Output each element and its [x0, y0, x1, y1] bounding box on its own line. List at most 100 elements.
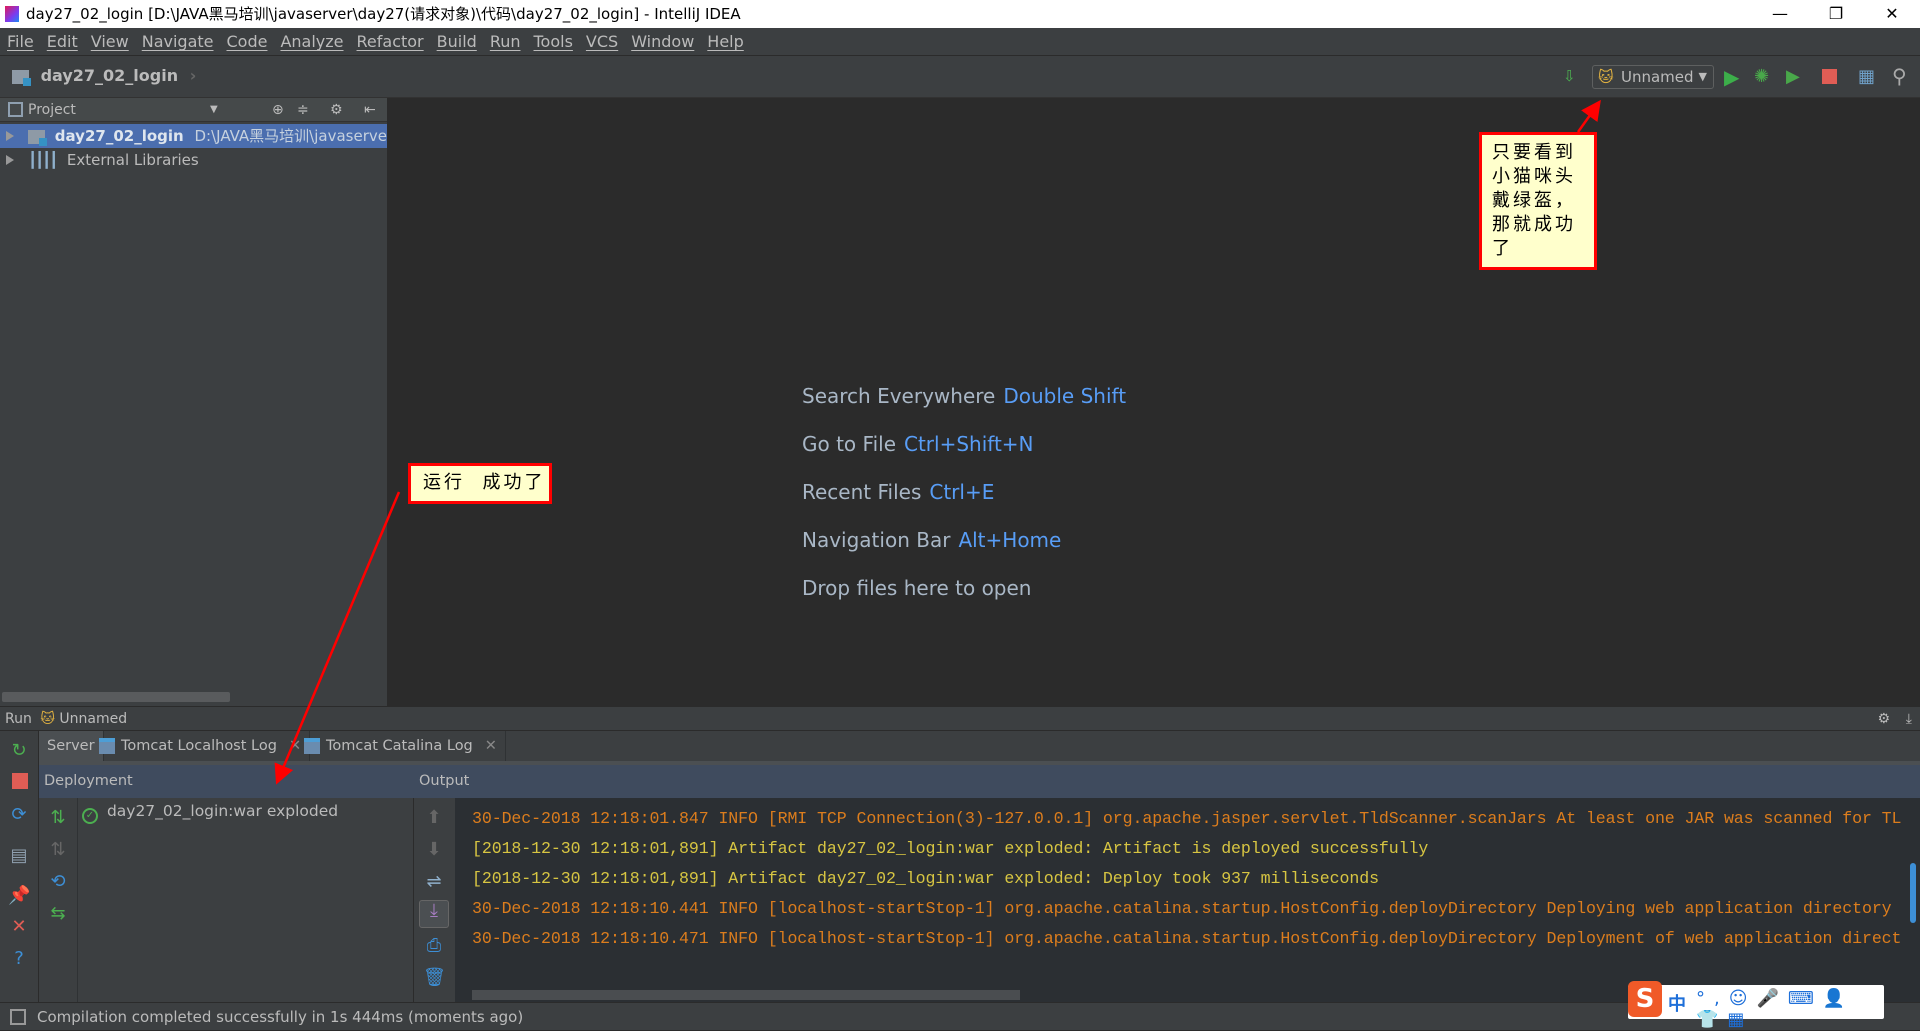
close-icon[interactable]: ✕ [8, 917, 30, 937]
hide-panel-icon[interactable]: ⤓ [1906, 707, 1912, 732]
annotation-callout: 运行 成功了 [408, 463, 552, 504]
tab-tomcat-localhost-log[interactable]: Tomcat Localhost Log ✕ [91, 731, 311, 761]
scroll-to-end-icon[interactable]: ⤓ [419, 900, 449, 928]
menu-view[interactable]: View [84, 28, 135, 56]
menu-analyze[interactable]: Analyze [273, 28, 349, 56]
trash-icon[interactable]: 🗑 [423, 968, 446, 988]
hint-search-everywhere: Search Everywhere Double Shift [802, 384, 1127, 408]
rerun-icon[interactable]: ↻ [8, 741, 30, 761]
artifact-item[interactable]: ✓ day27_02_login:war exploded [82, 802, 338, 824]
deployment-panel: ⇅ ⇅ ⟲ ⇆ ✓ day27_02_login:war exploded [39, 798, 414, 1002]
sogou-logo-icon: S [1628, 981, 1662, 1017]
log-icon [99, 738, 115, 754]
breadcrumb[interactable]: day27_02_login › [12, 66, 196, 86]
ime-tool-icons[interactable]: °,☺🎤⌨👤👕▦ [1696, 988, 1884, 1030]
menu-vcs[interactable]: VCS [579, 28, 624, 56]
horizontal-scrollbar[interactable] [472, 990, 1020, 1000]
update-icon[interactable]: ⟳ [8, 805, 30, 825]
output-console[interactable]: 30-Dec-2018 12:18:01.847 INFO [RMI TCP C… [455, 798, 1920, 1002]
menu-refactor[interactable]: Refactor [350, 28, 430, 56]
window-title: day27_02_login [D:\JAVA黑马培训\javaserver\d… [26, 5, 741, 23]
output-header: Output [419, 773, 470, 789]
chevron-down-icon[interactable]: ▼ [210, 98, 218, 122]
hint-navigation-bar: Navigation Bar Alt+Home [802, 528, 1062, 552]
hint-go-to-file: Go to File Ctrl+Shift+N [802, 432, 1034, 456]
log-line: 30-Dec-2018 12:18:01.847 INFO [RMI TCP C… [472, 809, 1902, 828]
menu-tools[interactable]: Tools [527, 28, 579, 56]
menu-code[interactable]: Code [220, 28, 274, 56]
gear-icon[interactable]: ⚙ [330, 98, 343, 122]
vertical-scrollbar[interactable] [1910, 863, 1916, 923]
deployment-header: Deployment [44, 773, 133, 789]
module-folder-icon [28, 129, 47, 146]
menu-help[interactable]: Help [700, 28, 749, 56]
run-icon[interactable]: ▶ [1724, 65, 1739, 89]
menu-edit[interactable]: Edit [40, 28, 84, 56]
expand-arrow-icon[interactable] [6, 131, 14, 141]
title-bar: day27_02_login [D:\JAVA黑马培训\javaserver\d… [0, 0, 1920, 28]
gear-icon[interactable]: ⚙ [1877, 707, 1890, 732]
menu-window[interactable]: Window [624, 28, 700, 56]
menu-build[interactable]: Build [430, 28, 483, 56]
run-toolbar: ↻ ⟳ ▤ 📌 ✕ ? [0, 731, 39, 1002]
collapse-all-icon[interactable]: ≑ [297, 98, 309, 122]
project-view-selector[interactable]: Project [28, 102, 76, 118]
tab-tomcat-catalina-log[interactable]: Tomcat Catalina Log ✕ [296, 731, 506, 761]
debug-icon[interactable]: ✺ [1754, 66, 1769, 87]
horizontal-scrollbar[interactable] [2, 692, 230, 702]
stop-icon[interactable] [1822, 69, 1837, 84]
editor-welcome: Search Everywhere Double Shift Go to File… [802, 380, 1126, 620]
coverage-icon[interactable]: ▶ [1786, 66, 1800, 87]
layout-icon[interactable]: ▤ [8, 846, 30, 866]
log-line: [2018-12-30 12:18:01,891] Artifact day27… [472, 869, 1379, 888]
minimize-button[interactable]: — [1752, 0, 1808, 28]
close-button[interactable]: ✕ [1864, 0, 1920, 28]
intellij-logo-icon [5, 6, 19, 22]
library-icon: ┃┃┃┃ [28, 151, 58, 169]
run-config-dropdown[interactable]: 🐱 Unnamed ▼ [1592, 65, 1714, 89]
status-message: Compilation completed successfully in 1s… [37, 1008, 524, 1026]
locate-icon[interactable]: ⊕ [272, 98, 284, 122]
print-icon[interactable]: ⎙ [423, 936, 445, 956]
tree-item-project[interactable]: day27_02_login D:\JAVA黑马培训\javaserver\d [0, 124, 387, 148]
ime-language[interactable]: 中 [1668, 990, 1686, 1016]
undeploy-icon[interactable]: ⇅ [47, 840, 69, 860]
down-arrow-icon[interactable]: ⬇ [423, 840, 445, 860]
hint-drop-files: Drop files here to open [802, 576, 1032, 600]
pin-icon[interactable]: 📌 [8, 886, 30, 906]
expand-arrow-icon[interactable] [6, 155, 14, 165]
menu-file[interactable]: File [0, 28, 40, 56]
log-line: [2018-12-30 12:18:01,891] Artifact day27… [472, 839, 1429, 858]
project-folder-icon [12, 69, 31, 86]
arrow-to-run-config [1576, 99, 1601, 133]
project-panel: Project ▼ ⊕ ≑ ⚙ ⇤ day27_02_login D:\JAVA… [0, 98, 388, 706]
stop-icon[interactable] [12, 773, 28, 789]
soft-wrap-icon[interactable]: ⇌ [423, 872, 445, 892]
menu-navigate[interactable]: Navigate [135, 28, 220, 56]
deploy-icon[interactable]: ⇅ [47, 808, 69, 828]
run-tabs: Server Tomcat Localhost Log ✕ Tomcat Cata… [39, 731, 1920, 765]
restore-button[interactable]: ❐ [1808, 0, 1864, 28]
annotation-callout: 只要看到小猫咪头戴绿盔，那就成功了 [1479, 132, 1597, 270]
log-line: 30-Dec-2018 12:18:10.441 INFO [localhost… [472, 899, 1892, 918]
build-icon[interactable]: ⇩ [1563, 67, 1576, 85]
refresh-icon[interactable]: ⟲ [47, 872, 69, 892]
hide-icon[interactable]: ⇤ [364, 98, 376, 122]
close-tab-icon[interactable]: ✕ [485, 738, 497, 754]
output-toolbar: ⬆ ⬇ ⇌ ⤓ ⎙ 🗑 [414, 798, 455, 1002]
tomcat-icon: 🐱 [40, 711, 55, 727]
project-structure-icon[interactable]: ▦ [1858, 66, 1875, 87]
run-columns-header: Deployment Output [39, 765, 1920, 798]
search-icon[interactable]: ⚲ [1892, 64, 1907, 88]
log-icon [304, 738, 320, 754]
toggle-tool-windows-icon[interactable] [10, 1009, 26, 1025]
deploy-all-icon[interactable]: ⇆ [47, 904, 69, 924]
chevron-down-icon: ▼ [1698, 70, 1707, 83]
help-icon[interactable]: ? [8, 949, 30, 969]
menu-run[interactable]: Run [483, 28, 527, 56]
run-tool-window-header: Run 🐱 Unnamed ⚙ ⤓ [0, 706, 1920, 731]
project-view-icon [8, 102, 23, 117]
up-arrow-icon[interactable]: ⬆ [423, 808, 445, 828]
project-panel-header: Project ▼ ⊕ ≑ ⚙ ⇤ [0, 98, 387, 122]
tree-item-external-libraries[interactable]: ┃┃┃┃ External Libraries [0, 148, 387, 172]
